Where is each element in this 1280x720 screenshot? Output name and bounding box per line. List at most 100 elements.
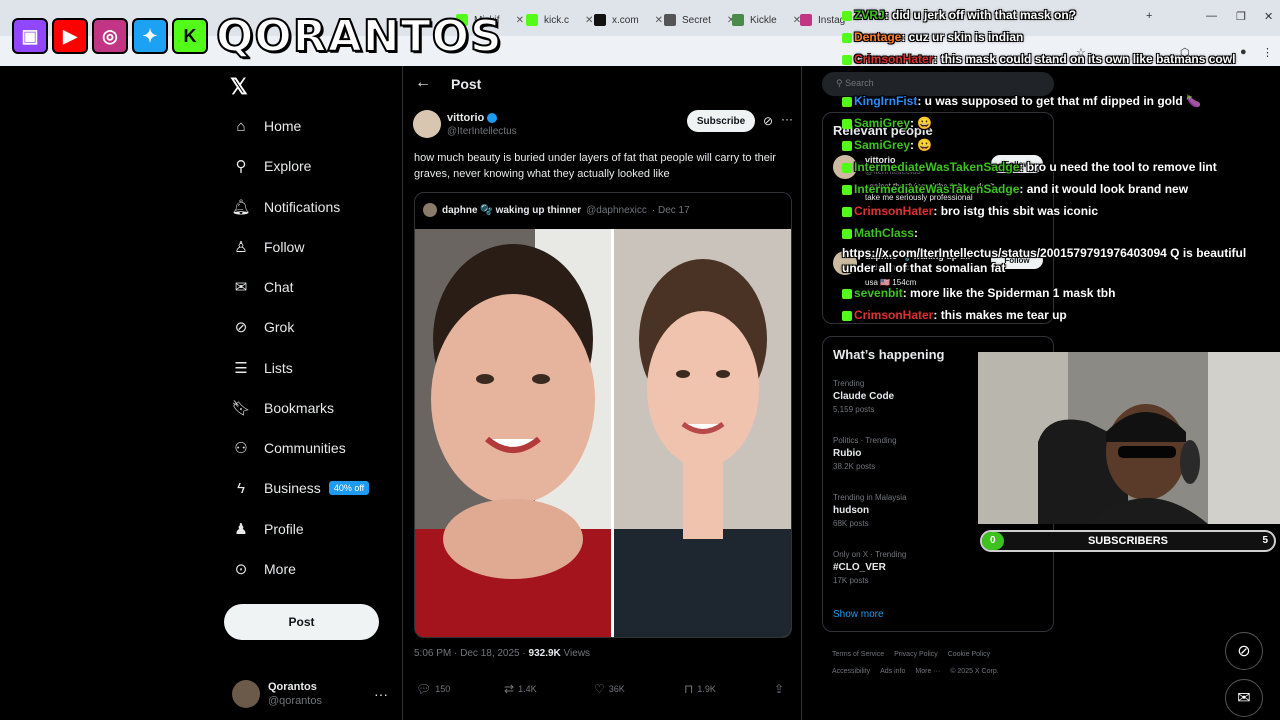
- search-icon: ⚲: [235, 158, 247, 175]
- browser-tab[interactable]: x.com ✕: [588, 8, 669, 32]
- kick-badge-icon: [842, 10, 852, 21]
- nav-grok[interactable]: ⊘ Grok: [232, 312, 295, 342]
- post-text: how much beauty is buried under layers o…: [414, 152, 776, 180]
- nav-chat[interactable]: ✉ Chat: [232, 272, 294, 302]
- bookmark-icon: 🔖︎: [231, 400, 251, 417]
- mail-icon: ✉: [234, 279, 248, 296]
- page-title: Post: [451, 76, 482, 92]
- footer-link[interactable]: More ···: [915, 668, 940, 675]
- more-dots-icon[interactable]: ···: [374, 686, 388, 702]
- kick-badge-icon: [842, 96, 852, 107]
- nav-label: Lists: [264, 360, 293, 376]
- chat-text: https://x.com/IterIntellectus/status/200…: [842, 246, 1247, 275]
- kick-badge-icon: [842, 206, 852, 217]
- chat-message: https://x.com/IterIntellectus/status/200…: [842, 246, 1272, 276]
- chat-username: CrimsonHater: [854, 52, 934, 66]
- reply-button[interactable]: 💬︎ 150: [416, 682, 450, 696]
- stream-chat-overlay: ZVRJ: did u jerk off with that mask on? …: [842, 8, 1272, 326]
- tab-favicon-icon: [800, 14, 812, 26]
- nav-label: Notifications: [264, 199, 341, 215]
- chat-text: : u was supposed to get that mf dipped i…: [917, 94, 1201, 108]
- verified-icon: [487, 113, 498, 124]
- messages-fab-icon[interactable]: ✉: [1225, 679, 1263, 717]
- trend-posts: 17K posts: [833, 576, 869, 585]
- nav-label: Home: [264, 118, 302, 134]
- tab-label: x.com: [612, 14, 639, 26]
- kick-badge-icon: [842, 162, 852, 173]
- nav-business[interactable]: ϟ Business 40% off: [232, 473, 370, 503]
- quoted-post[interactable]: daphne 🫧 waking up thinner @daphnexicc ·…: [414, 192, 792, 638]
- nav-communities[interactable]: ⚇ Communities: [232, 433, 346, 463]
- quote-photo[interactable]: [415, 229, 792, 638]
- account-handle: @qorantos: [268, 695, 322, 707]
- people-icon: ⚇: [234, 440, 248, 457]
- webcam-feed: [978, 352, 1280, 524]
- nav-more[interactable]: ⊙ More: [232, 554, 296, 584]
- chat-text: :: [914, 226, 919, 240]
- chat-message: ZVRJ: did u jerk off with that mask on?: [842, 8, 1272, 23]
- footer-link[interactable]: Accessibility: [832, 668, 870, 675]
- more-dots-icon[interactable]: ···: [781, 112, 793, 126]
- kick-badge-icon: [842, 228, 852, 239]
- trend-title: #CLO_VER: [833, 562, 886, 573]
- kick-badge-icon: [842, 310, 852, 321]
- left-sidebar: 𝕏 ⌂ Home ⚲ Explore 🔔︎ Notifications ♙ Follow…: [224, 66, 394, 720]
- kick-badge-icon: [842, 184, 852, 195]
- chat-username: SamiGrey: [854, 138, 911, 152]
- nav-lists[interactable]: ☰ Lists: [232, 353, 293, 383]
- photo-divider: [611, 229, 614, 637]
- repost-icon: ⇄: [504, 682, 515, 696]
- chat-username: ZVRJ: [854, 8, 885, 22]
- footer-link[interactable]: Privacy Policy: [894, 651, 938, 658]
- nav-label: Explore: [264, 158, 312, 174]
- footer-link[interactable]: Cookie Policy: [948, 651, 990, 658]
- author-name[interactable]: vittorio: [447, 112, 498, 124]
- chat-message: KingIrnFist: u was supposed to get that …: [842, 94, 1272, 109]
- chat-message: sevenbit: more like the Spiderman 1 mask…: [842, 286, 1272, 301]
- post-button[interactable]: Post: [224, 604, 379, 640]
- avatar: [232, 680, 260, 708]
- chat-text: : bro istg this sbit was iconic: [933, 204, 1099, 218]
- account-switcher[interactable]: Qorantos @qorantos ···: [232, 676, 392, 712]
- photo-right-face: [647, 311, 759, 467]
- author-avatar[interactable]: [413, 110, 441, 138]
- discount-badge: 40% off: [328, 481, 370, 495]
- grok-icon: ⊘: [234, 319, 248, 336]
- grok-fab-icon[interactable]: ⊘: [1225, 632, 1263, 670]
- chat-username: Dentage: [854, 30, 902, 44]
- tab-label: Kickle: [750, 14, 777, 26]
- brand-name: QORANTOS: [215, 10, 503, 63]
- nav-notifications[interactable]: 🔔︎ Notifications: [231, 192, 341, 222]
- x-logo-icon[interactable]: 𝕏: [230, 74, 254, 99]
- nav-explore[interactable]: ⚲ Explore: [232, 151, 312, 181]
- chat-username: SamiGrey: [854, 116, 911, 130]
- subscriber-goal-bar: 0 SUBSCRIBERS 5: [980, 530, 1276, 552]
- nav-label: More: [264, 561, 296, 577]
- quote-author-handle: @daphnexicc: [586, 204, 647, 216]
- nav-bookmarks[interactable]: 🔖︎ Bookmarks: [231, 393, 334, 423]
- subscribe-button[interactable]: Subscribe: [687, 110, 755, 132]
- add-person-icon: ♙: [234, 239, 248, 256]
- tab-favicon-icon: [732, 14, 744, 26]
- nav-follow[interactable]: ♙ Follow: [232, 232, 304, 262]
- author-handle[interactable]: @IterIntellectus: [447, 126, 517, 137]
- show-more-link[interactable]: Show more: [833, 609, 884, 620]
- bell-icon: 🔔︎: [231, 199, 251, 216]
- share-button[interactable]: ⇪: [774, 682, 784, 696]
- like-button[interactable]: ♡ 36K: [594, 682, 625, 696]
- tab-label: Secret: [682, 14, 711, 26]
- footer-link[interactable]: Terms of Service: [832, 651, 884, 658]
- tab-label: kick.c: [544, 14, 569, 26]
- footer-link[interactable]: Ads info: [880, 668, 905, 675]
- nav-profile[interactable]: ♟ Profile: [232, 514, 303, 544]
- chat-username: IntermediateWasTakenSadge: [854, 182, 1020, 196]
- trend-item[interactable]: Only on X · Trending #CLO_VER 17K posts: [833, 550, 1043, 585]
- bookmark-button[interactable]: ⊓ 1.9K: [684, 682, 716, 696]
- kick-icon: K: [172, 18, 208, 54]
- back-arrow-icon[interactable]: ←: [415, 74, 431, 92]
- grok-icon[interactable]: ⊘: [763, 114, 773, 128]
- repost-button[interactable]: ⇄ 1.4K: [504, 682, 537, 696]
- stream-overlay-logo: ▣ ▶ ◎ ✦ K QORANTOS: [12, 8, 503, 64]
- nav-home[interactable]: ⌂ Home: [232, 111, 301, 141]
- nav-label: Communities: [264, 440, 346, 456]
